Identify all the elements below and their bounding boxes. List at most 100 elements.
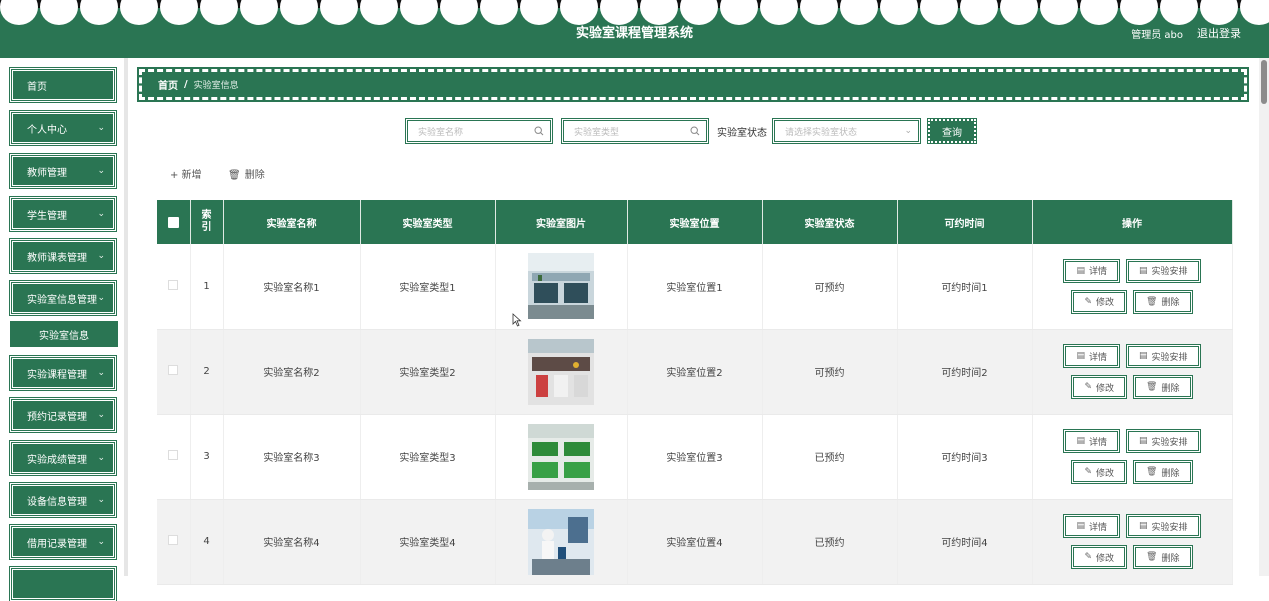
lab-status-select[interactable]: 请选择实验室状态 ⌄ <box>772 118 921 144</box>
lab-type-search-input[interactable]: 实验室类型 <box>561 118 709 144</box>
top-header: 实验室课程管理系统 管理员 abo 退出登录 <box>0 0 1269 58</box>
row-select-cell[interactable] <box>157 414 191 500</box>
row-available-time: 可约时间1 <box>897 244 1033 330</box>
admin-user-label: 管理员 abo <box>1131 30 1183 41</box>
delete-label: 删除 <box>1161 383 1180 394</box>
sidebar-item-label: 预约记录管理 <box>27 411 87 423</box>
breadcrumb-home[interactable]: 首页 <box>158 77 178 92</box>
row-select-cell[interactable] <box>157 499 191 585</box>
chevron-down-icon: ⌄ <box>97 209 105 219</box>
delete-button[interactable]: 🗑 删除 <box>1133 375 1193 399</box>
select-all-header[interactable] <box>157 200 191 244</box>
lab-status-placeholder: 请选择实验室状态 <box>785 127 858 138</box>
row-lab-name: 实验室名称4 <box>223 499 361 585</box>
row-index: 1 <box>190 244 224 330</box>
schedule-button[interactable]: ▤ 实验安排 <box>1126 429 1201 453</box>
edit-button[interactable]: ✎ 修改 <box>1071 545 1128 569</box>
sidebar-item-student-mgmt[interactable]: 学生管理 ⌄ <box>9 196 117 232</box>
edit-button[interactable]: ✎ 修改 <box>1071 289 1128 314</box>
sidebar-item-teacher-mgmt[interactable]: 教师管理 ⌄ <box>9 153 117 189</box>
edit-button[interactable]: ✎ 修改 <box>1071 375 1128 399</box>
row-select-cell[interactable] <box>157 329 191 415</box>
edit-label: 修改 <box>1096 298 1115 309</box>
row-lab-type: 实验室类型3 <box>360 414 496 500</box>
sidebar-item-grade-mgmt[interactable]: 实验成绩管理 ⌄ <box>9 440 117 476</box>
breadcrumb-current: 实验室信息 <box>193 81 239 91</box>
schedule-label: 实验安排 <box>1151 267 1188 278</box>
sidebar-item-booking-mgmt[interactable]: 预约记录管理 ⌄ <box>9 397 117 433</box>
sidebar-item-home[interactable]: 首页 <box>9 67 117 103</box>
add-button[interactable]: + 新增 <box>170 166 202 181</box>
detail-button[interactable]: ▤ 详情 <box>1063 514 1120 538</box>
row-lab-image <box>495 329 628 415</box>
delete-label: 删除 <box>1161 298 1180 309</box>
system-title: 实验室课程管理系统 <box>575 26 693 41</box>
sidebar-item-lab-course-mgmt[interactable]: 实验课程管理 ⌄ <box>9 355 117 391</box>
row-checkbox[interactable] <box>168 365 179 375</box>
lab-photo <box>528 338 594 405</box>
main-content: 首页 / 实验室信息 实验室名称 实验室类型 实验室状态 请选择实验室状态 ⌄ … <box>128 58 1259 585</box>
edit-button[interactable]: ✎ 修改 <box>1071 460 1128 484</box>
detail-button[interactable]: ▤ 详情 <box>1063 429 1120 453</box>
sidebar-subitem-lab-info[interactable]: 实验室信息 <box>10 321 118 347</box>
sidebar-item-personal-center[interactable]: 个人中心 ⌄ <box>9 110 117 146</box>
query-button[interactable]: 查询 <box>927 118 977 144</box>
delete-button[interactable]: 🗑 删除 <box>1133 545 1193 569</box>
row-operations: ▤ 详情 ▤ 实验安排 ✎ 修改 🗑 删除 <box>1032 499 1233 585</box>
chevron-down-icon: ⌄ <box>97 123 105 133</box>
edit-label: 修改 <box>1096 553 1115 564</box>
trash-icon: 🗑 <box>1146 552 1158 562</box>
row-lab-image <box>495 414 628 500</box>
schedule-label: 实验安排 <box>1151 522 1188 533</box>
document-icon: ▤ <box>1139 351 1148 361</box>
sidebar-item-borrow-mgmt[interactable]: 借用记录管理 ⌄ <box>9 524 117 560</box>
row-operations: ▤ 详情 ▤ 实验安排 ✎ 修改 🗑 删除 <box>1032 414 1233 500</box>
lab-photo <box>528 423 594 490</box>
col-header-index: 索引 <box>190 200 224 244</box>
chevron-down-icon: ⌄ <box>97 368 105 378</box>
page-scrollbar-thumb[interactable] <box>1261 60 1267 104</box>
page-scrollbar[interactable] <box>1259 58 1269 576</box>
logout-link[interactable]: 退出登录 <box>1197 25 1241 41</box>
search-icon <box>690 126 700 136</box>
sidebar: 首页 个人中心 ⌄ 教师管理 ⌄ 学生管理 ⌄ 教师课表管理 ⌄ 实验室信息管理 ⌄ 实验… <box>0 58 128 601</box>
row-select-cell[interactable] <box>157 244 191 330</box>
sidebar-item-more[interactable] <box>9 566 117 601</box>
delete-button[interactable]: 🗑 删除 <box>1133 289 1193 314</box>
edit-label: 修改 <box>1096 468 1115 479</box>
sidebar-item-equipment-mgmt[interactable]: 设备信息管理 ⌄ <box>9 482 117 518</box>
sidebar-item-teacher-schedule-mgmt[interactable]: 教师课表管理 ⌄ <box>9 238 117 274</box>
sidebar-item-lab-info-mgmt[interactable]: 实验室信息管理 ⌄ <box>9 280 117 316</box>
schedule-button[interactable]: ▤ 实验安排 <box>1126 344 1201 368</box>
pencil-icon: ✎ <box>1084 382 1093 392</box>
chevron-down-icon: ⌄ <box>97 495 105 505</box>
row-lab-image <box>495 499 628 585</box>
detail-button[interactable]: ▤ 详情 <box>1063 258 1120 283</box>
row-operations: ▤ 详情 ▤ 实验安排 ✎ 修改 🗑 删除 <box>1032 244 1233 330</box>
chevron-down-icon: ⌄ <box>97 251 105 261</box>
lab-photo-image <box>528 338 594 405</box>
detail-label: 详情 <box>1088 267 1107 278</box>
row-checkbox[interactable] <box>168 279 179 290</box>
select-all-checkbox[interactable] <box>167 216 179 228</box>
schedule-button[interactable]: ▤ 实验安排 <box>1126 514 1201 538</box>
chevron-down-icon: ⌄ <box>97 166 105 176</box>
row-checkbox[interactable] <box>168 535 179 545</box>
row-lab-status: 已预约 <box>762 414 898 500</box>
schedule-button[interactable]: ▤ 实验安排 <box>1126 258 1201 283</box>
batch-delete-button[interactable]: 🗑 删除 <box>228 166 265 181</box>
trash-icon: 🗑 <box>228 170 241 181</box>
delete-button[interactable]: 🗑 删除 <box>1133 460 1193 484</box>
row-checkbox[interactable] <box>168 450 179 460</box>
row-operations: ▤ 详情 ▤ 实验安排 ✎ 修改 🗑 删除 <box>1032 329 1233 415</box>
row-index: 2 <box>190 329 224 415</box>
pencil-icon: ✎ <box>1084 296 1093 307</box>
document-icon: ▤ <box>1139 521 1148 531</box>
detail-button[interactable]: ▤ 详情 <box>1063 344 1120 368</box>
lab-name-search-input[interactable]: 实验室名称 <box>405 118 553 144</box>
col-header-status: 实验室状态 <box>762 200 898 244</box>
col-header-image: 实验室图片 <box>495 200 628 244</box>
breadcrumb: 首页 / 实验室信息 <box>137 67 1249 102</box>
breadcrumb-separator: / <box>184 79 188 90</box>
sidebar-item-label: 首页 <box>27 81 47 93</box>
